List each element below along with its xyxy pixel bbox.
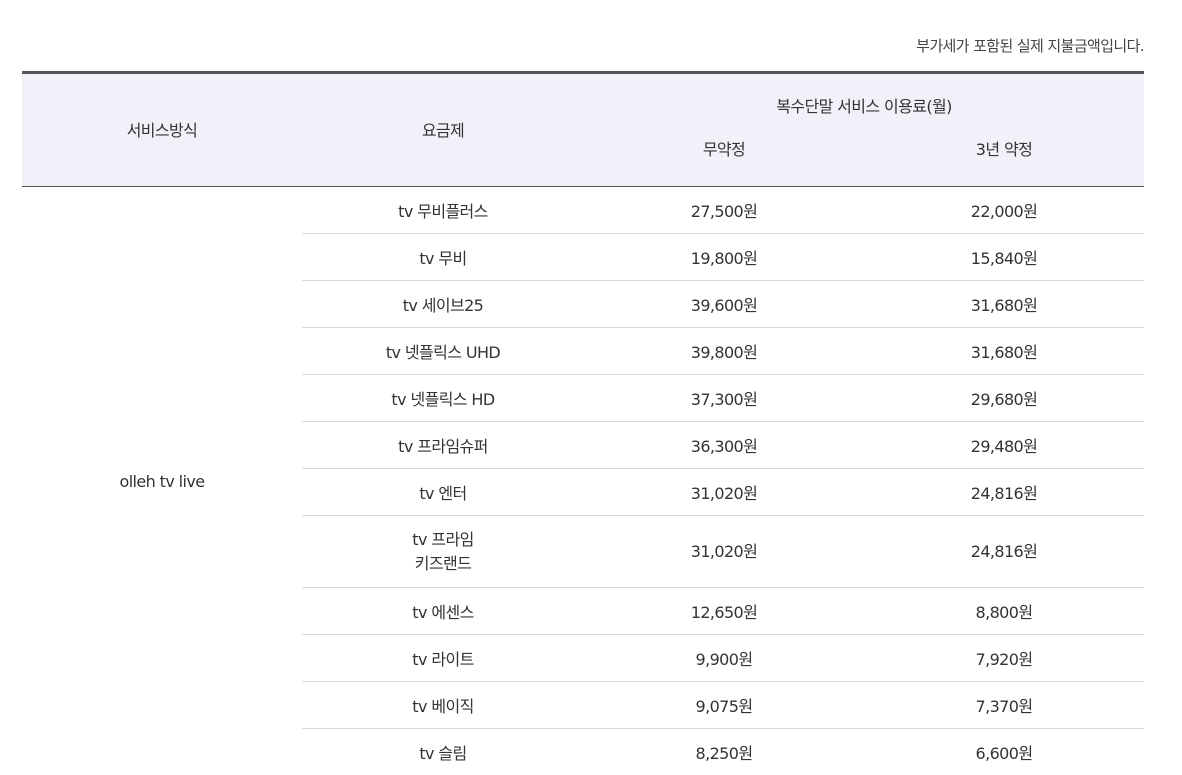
three-year-price-cell: 24,816원 [864,469,1144,516]
no-contract-price-cell: 37,300원 [584,375,864,422]
plan-cell: tv 넷플릭스 HD [302,375,584,422]
three-year-price-cell: 31,680원 [864,281,1144,328]
plan-cell: tv 세이브25 [302,281,584,328]
plan-cell: tv 무비플러스 [302,187,584,234]
no-contract-price-cell: 9,075원 [584,682,864,729]
table-row: olleh tv live tv 무비플러스 27,500원 22,000원 [22,187,1144,234]
three-year-price-cell: 24,816원 [864,516,1144,588]
no-contract-price-cell: 31,020원 [584,469,864,516]
plan-cell: tv 넷플릭스 UHD [302,328,584,375]
table-body: olleh tv live tv 무비플러스 27,500원 22,000원 t… [22,187,1144,775]
plan-cell: tv 엔터 [302,469,584,516]
no-contract-price-cell: 19,800원 [584,234,864,281]
plan-cell: tv 라이트 [302,635,584,682]
plan-cell: tv 무비 [302,234,584,281]
no-contract-price-cell: 9,900원 [584,635,864,682]
no-contract-price-cell: 39,600원 [584,281,864,328]
three-year-price-cell: 15,840원 [864,234,1144,281]
header-service-method: 서비스방식 [22,73,302,187]
plan-cell: tv 프라임슈퍼 [302,422,584,469]
plan-cell: tv 에센스 [302,588,584,635]
price-table: 서비스방식 요금제 복수단말 서비스 이용료(월) 무약정 3년 약정 olle… [22,71,1144,775]
three-year-price-cell: 31,680원 [864,328,1144,375]
table-header: 서비스방식 요금제 복수단말 서비스 이용료(월) 무약정 3년 약정 [22,73,1144,187]
three-year-price-cell: 7,920원 [864,635,1144,682]
three-year-price-cell: 29,480원 [864,422,1144,469]
three-year-price-cell: 7,370원 [864,682,1144,729]
no-contract-price-cell: 36,300원 [584,422,864,469]
no-contract-price-cell: 31,020원 [584,516,864,588]
three-year-price-cell: 22,000원 [864,187,1144,234]
plan-name-line-2: 키즈랜드 [302,552,584,576]
header-no-contract: 무약정 [584,136,864,187]
three-year-price-cell: 29,680원 [864,375,1144,422]
three-year-price-cell: 8,800원 [864,588,1144,635]
no-contract-price-cell: 12,650원 [584,588,864,635]
plan-cell: tv 슬림 [302,729,584,775]
three-year-price-cell: 6,600원 [864,729,1144,775]
no-contract-price-cell: 8,250원 [584,729,864,775]
header-multi-device-fee: 복수단말 서비스 이용료(월) [584,73,1144,137]
header-plan: 요금제 [302,73,584,187]
vat-notice: 부가세가 포함된 실제 지불금액입니다. [916,35,1144,56]
plan-cell: tv 베이직 [302,682,584,729]
plan-name-line-1: tv 프라임 [302,528,584,552]
no-contract-price-cell: 27,500원 [584,187,864,234]
header-three-year: 3년 약정 [864,136,1144,187]
no-contract-price-cell: 39,800원 [584,328,864,375]
plan-cell: tv 프라임 키즈랜드 [302,516,584,588]
service-name-cell: olleh tv live [22,187,302,775]
